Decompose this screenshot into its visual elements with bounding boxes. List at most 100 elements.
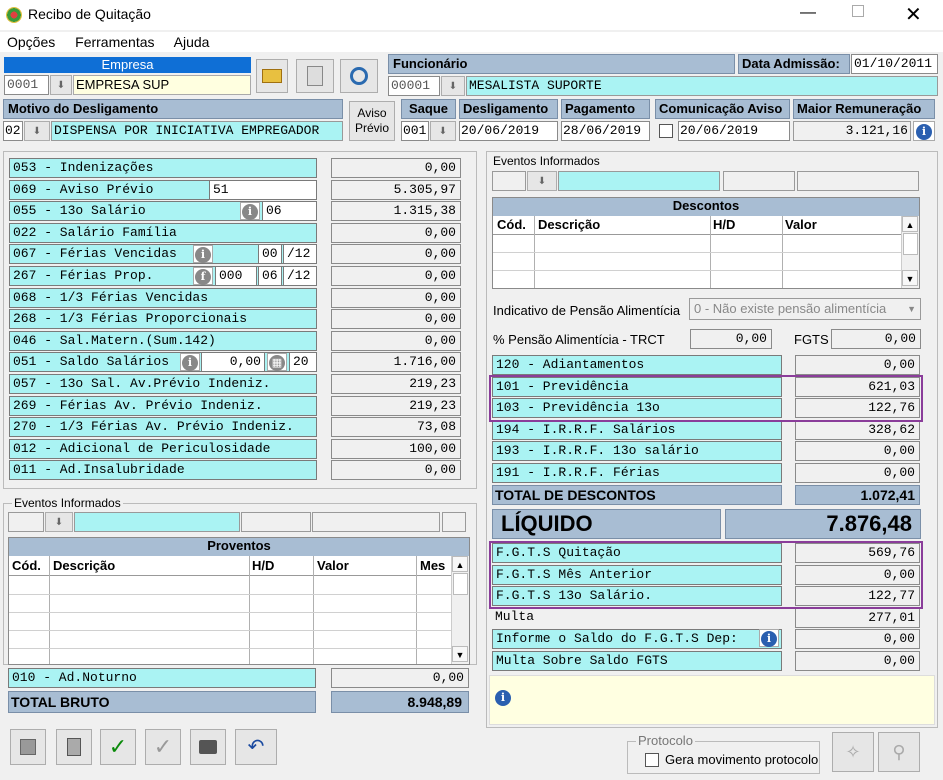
dcol-cod: Cód. bbox=[497, 217, 526, 232]
proventos-grid[interactable]: Proventos Cód. Descrição H/D Valor Mes ▲… bbox=[8, 537, 470, 665]
trash-icon bbox=[67, 738, 81, 756]
saque-value[interactable]: 001 bbox=[401, 121, 429, 141]
eventos-right-desc bbox=[558, 171, 720, 191]
provento-label: 269 - Férias Av. Prévio Indeniz. bbox=[9, 395, 317, 416]
document-button[interactable] bbox=[296, 59, 334, 93]
saque-lookup-button[interactable]: ⬇ bbox=[430, 121, 456, 141]
search-button[interactable] bbox=[340, 59, 378, 93]
eventos-right-valor[interactable] bbox=[797, 171, 919, 191]
desconto-label: 120 - Adiantamentos bbox=[492, 355, 782, 375]
funcionario-header: Funcionário bbox=[388, 54, 735, 74]
maior-rem-info-icon[interactable]: i bbox=[913, 121, 935, 141]
pct-pensao-value[interactable]: 0,00 bbox=[690, 329, 772, 349]
eventos-left-lookup-button[interactable]: ⬇ bbox=[45, 512, 73, 532]
eventos-left-mes[interactable] bbox=[442, 512, 466, 532]
proventos-scrollbar[interactable]: ▲ ▼ bbox=[451, 556, 469, 664]
provento-label: 053 - Indenizações bbox=[9, 158, 317, 178]
protocolo-button-1[interactable]: ✧ bbox=[832, 732, 874, 772]
menu-ajuda[interactable]: Ajuda bbox=[174, 34, 210, 50]
close-button[interactable]: ✕ bbox=[905, 2, 922, 27]
ferias-vencidas-info-icon[interactable]: i bbox=[193, 245, 213, 264]
eventos-right-lookup-button[interactable]: ⬇ bbox=[527, 171, 557, 191]
ad-noturno-value: 0,00 bbox=[331, 668, 469, 688]
empresa-name: EMPRESA SUP bbox=[73, 75, 251, 95]
ferias-prop-info-icon[interactable]: f bbox=[193, 267, 213, 285]
informe-saldo-info-icon[interactable]: i bbox=[759, 629, 779, 647]
printer-icon bbox=[199, 740, 217, 754]
liquido-value: 7.876,48 bbox=[725, 509, 921, 539]
ferias-vencidas-meses[interactable]: 00 bbox=[258, 244, 282, 265]
funcionario-lookup-button[interactable]: ⬇ bbox=[441, 76, 465, 96]
saldo-calc-icon[interactable]: ▦ bbox=[267, 353, 287, 372]
pensao-select[interactable]: 0 - Não existe pensão alimentícia ▼ bbox=[689, 298, 921, 320]
provento-value: 0,00 bbox=[331, 222, 461, 243]
provento-label: 046 - Sal.Matern.(Sum.142) bbox=[9, 330, 317, 351]
menu-bar: Opções Ferramentas Ajuda bbox=[0, 32, 943, 52]
confirm-button[interactable]: ✓ bbox=[100, 729, 136, 765]
chevron-down-icon: ▼ bbox=[907, 304, 916, 314]
protocolo-checkbox-label: Gera movimento protocolo bbox=[665, 752, 819, 767]
desligamento-value[interactable]: 20/06/2019 bbox=[459, 121, 558, 141]
col-cod: Cód. bbox=[12, 558, 41, 573]
maximize-button[interactable] bbox=[852, 5, 864, 17]
comunicacao-value[interactable]: 20/06/2019 bbox=[678, 121, 790, 141]
motivo-lookup-button[interactable]: ⬇ bbox=[24, 121, 50, 141]
saldo-valor-field[interactable]: 0,00 bbox=[201, 352, 265, 373]
eventos-left-code[interactable] bbox=[8, 512, 44, 532]
ferias-prop-dias[interactable]: 000 bbox=[215, 266, 257, 286]
eventos-left-valor[interactable] bbox=[312, 512, 440, 532]
total-descontos-label: TOTAL DE DESCONTOS bbox=[492, 485, 782, 505]
minimize-button[interactable]: — bbox=[800, 4, 816, 22]
fgts-value: 0,00 bbox=[795, 629, 920, 650]
descontos-grid[interactable]: Descontos Cód. Descrição H/D Valor ▲ ▼ bbox=[492, 197, 920, 289]
descontos-scrollbar[interactable]: ▲ ▼ bbox=[901, 216, 919, 288]
maior-rem-header: Maior Remuneração bbox=[793, 99, 935, 119]
provento-value: 1.315,38 bbox=[331, 201, 461, 222]
protocolo-button-2[interactable]: ⚲ bbox=[878, 732, 920, 772]
fgts-highlight bbox=[489, 541, 923, 609]
saldo-info-icon[interactable]: i bbox=[180, 353, 200, 372]
motivo-code[interactable]: 02 bbox=[3, 121, 23, 141]
open-folder-button[interactable] bbox=[256, 59, 288, 93]
provento-label: 011 - Ad.Insalubridade bbox=[9, 460, 317, 481]
floppy-icon bbox=[20, 739, 36, 755]
liquido-label: LÍQUIDO bbox=[492, 509, 721, 539]
admissao-label: Data Admissão: bbox=[738, 54, 850, 74]
saque-header: Saque bbox=[401, 99, 456, 119]
aviso-previo-button[interactable]: Aviso Prévio bbox=[349, 101, 395, 141]
fgts-value[interactable]: 0,00 bbox=[831, 329, 921, 349]
confirm-disabled-button[interactable]: ✓ bbox=[145, 729, 181, 765]
undo-button[interactable]: ↶ bbox=[235, 729, 277, 765]
eventos-left-hd[interactable] bbox=[241, 512, 311, 532]
eventos-right-code[interactable] bbox=[492, 171, 526, 191]
fgts-label: Multa Sobre Saldo FGTS bbox=[492, 651, 782, 671]
funcionario-code[interactable]: 00001 bbox=[388, 76, 440, 96]
empresa-lookup-button[interactable]: ⬇ bbox=[50, 75, 72, 95]
aviso-dias-field[interactable]: 51 bbox=[209, 179, 317, 200]
empresa-code[interactable]: 0001 bbox=[4, 75, 49, 95]
eventos-left-desc bbox=[74, 512, 240, 532]
pagamento-value[interactable]: 28/06/2019 bbox=[561, 121, 650, 141]
decimo-meses-field[interactable]: 06 bbox=[262, 201, 317, 222]
pct-pensao-label: % Pensão Alimentícia - TRCT bbox=[493, 332, 665, 347]
decimo-info-icon[interactable]: i bbox=[240, 202, 260, 221]
fgts-value: 0,00 bbox=[795, 651, 920, 671]
ferias-prop-total[interactable]: /12 bbox=[283, 266, 317, 286]
menu-opcoes[interactable]: Opções bbox=[7, 34, 55, 50]
eventos-right-hd[interactable] bbox=[723, 171, 795, 191]
provento-value: 0,00 bbox=[331, 287, 461, 308]
comunicacao-checkbox[interactable] bbox=[659, 124, 673, 138]
delete-button[interactable] bbox=[56, 729, 92, 765]
ferias-prop-meses[interactable]: 06 bbox=[258, 266, 282, 286]
save-button[interactable] bbox=[10, 729, 46, 765]
protocolo-checkbox[interactable] bbox=[645, 753, 659, 767]
ferias-vencidas-total[interactable]: /12 bbox=[283, 244, 317, 265]
fgts-label: FGTS bbox=[794, 332, 829, 347]
info-panel: i bbox=[489, 675, 935, 725]
saldo-dias-field[interactable]: 20 bbox=[289, 352, 317, 373]
admissao-value[interactable]: 01/10/2011 bbox=[851, 54, 938, 74]
menu-ferramentas[interactable]: Ferramentas bbox=[75, 34, 154, 50]
fgts-label: Multa bbox=[495, 608, 535, 624]
print-button[interactable] bbox=[190, 729, 226, 765]
info-icon: i bbox=[495, 690, 511, 706]
